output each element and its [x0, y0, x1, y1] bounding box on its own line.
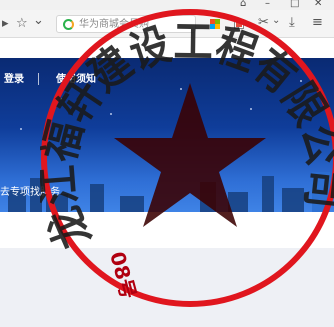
- seal-code: 08号: [105, 249, 141, 301]
- page-action-icon[interactable]: ▸: [2, 16, 9, 32]
- company-seal-stamp: 龙江福轩建设工程有限公司 08号: [40, 9, 334, 307]
- login-link[interactable]: 登录: [4, 74, 24, 86]
- banner-star-decoration: [20, 128, 22, 130]
- favorite-star-icon[interactable]: ☆: [16, 16, 28, 32]
- browser-window: ⌂ – □ ✕ ▸ ☆ ⌄ 华为商城会员购 ✂ ⌄ ⤓ ≡ 登录 使用须知 去专…: [0, 0, 334, 327]
- nav-separator: [38, 73, 39, 85]
- seal-star-icon: [114, 83, 266, 227]
